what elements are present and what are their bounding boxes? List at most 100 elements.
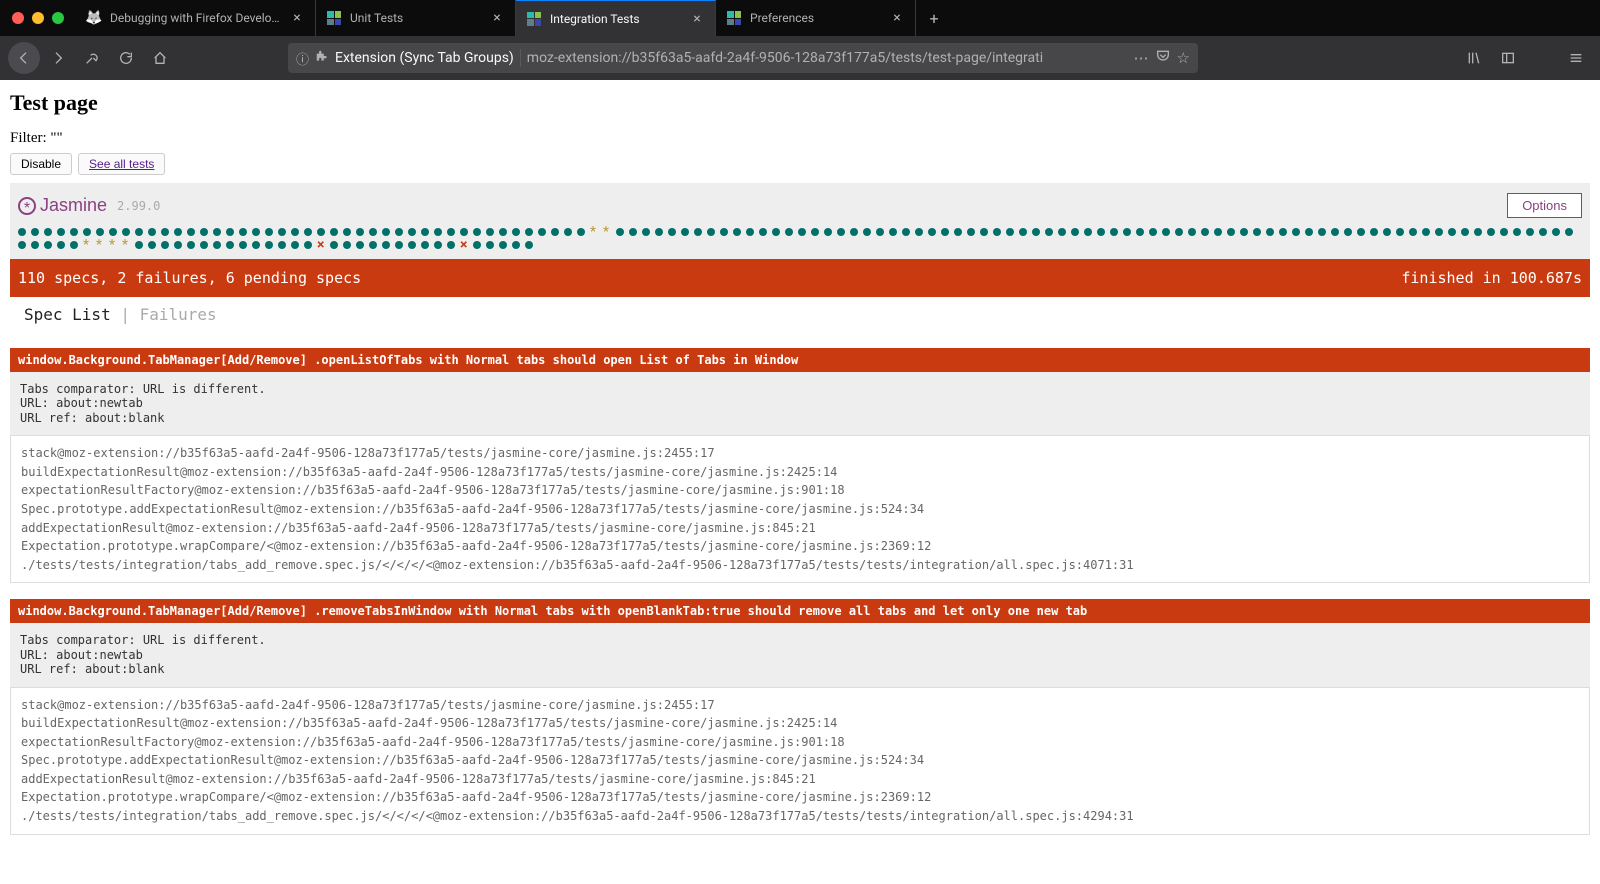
spec-dot-pass[interactable]	[1110, 228, 1118, 236]
spec-dot-pass[interactable]	[291, 228, 299, 236]
spec-dot-pass[interactable]	[1318, 228, 1326, 236]
spec-dot-pass[interactable]	[70, 241, 78, 249]
spec-dot-pass[interactable]	[382, 228, 390, 236]
close-tab-icon[interactable]: ×	[289, 10, 305, 26]
spec-dot-pass[interactable]	[96, 228, 104, 236]
spec-dot-pass[interactable]	[265, 241, 273, 249]
spec-dot-pass[interactable]	[200, 241, 208, 249]
spec-dot-pass[interactable]	[1123, 228, 1131, 236]
spec-dot-pass[interactable]	[447, 241, 455, 249]
spec-list-tab[interactable]: Spec List	[24, 305, 111, 324]
spec-dot-pass[interactable]	[18, 241, 26, 249]
spec-dot-pass[interactable]	[291, 241, 299, 249]
spec-dot-pass[interactable]	[1071, 228, 1079, 236]
spec-dot-pass[interactable]	[1448, 228, 1456, 236]
spec-dot-pass[interactable]	[668, 228, 676, 236]
spec-dot-pass[interactable]	[1331, 228, 1339, 236]
spec-dot-pass[interactable]	[499, 241, 507, 249]
spec-dot-pass[interactable]	[148, 228, 156, 236]
spec-dot-pass[interactable]	[356, 241, 364, 249]
spec-dot-pass[interactable]	[1500, 228, 1508, 236]
spec-dot-pass[interactable]	[473, 241, 481, 249]
spec-dot-pass[interactable]	[1422, 228, 1430, 236]
spec-dot-pass[interactable]	[239, 241, 247, 249]
spec-dot-pass[interactable]	[18, 228, 26, 236]
spec-dot-pass[interactable]	[434, 228, 442, 236]
spec-dot-pass[interactable]	[850, 228, 858, 236]
close-tab-icon[interactable]: ×	[489, 10, 505, 26]
spec-dot-pass[interactable]	[785, 228, 793, 236]
spec-dot-pass[interactable]	[408, 241, 416, 249]
spec-dot-pass[interactable]	[226, 241, 234, 249]
spec-dot-pass[interactable]	[421, 228, 429, 236]
spec-dot-pass[interactable]	[915, 228, 923, 236]
spec-dot-pass[interactable]	[499, 228, 507, 236]
spec-dot-pass[interactable]	[1526, 228, 1534, 236]
spec-dot-pass[interactable]	[733, 228, 741, 236]
spec-dot-pass[interactable]	[876, 228, 884, 236]
spec-dot-pass[interactable]	[408, 228, 416, 236]
close-tab-icon[interactable]: ×	[889, 10, 905, 26]
spec-dot-pass[interactable]	[1084, 228, 1092, 236]
spec-dot-pass[interactable]	[1149, 228, 1157, 236]
spec-dot-pass[interactable]	[434, 241, 442, 249]
spec-dot-pass[interactable]	[1292, 228, 1300, 236]
pocket-icon[interactable]	[1155, 48, 1171, 68]
spec-dot-pass[interactable]	[265, 228, 273, 236]
spec-dot-pass[interactable]	[564, 228, 572, 236]
spec-dot-pass[interactable]	[993, 228, 1001, 236]
spec-dot-pass[interactable]	[252, 241, 260, 249]
spec-dot-pass[interactable]	[720, 228, 728, 236]
hamburger-menu-button[interactable]	[1560, 42, 1592, 74]
spec-dot-pass[interactable]	[824, 228, 832, 236]
spec-dot-pass[interactable]	[1344, 228, 1352, 236]
spec-dot-pass[interactable]	[538, 228, 546, 236]
spec-dot-pass[interactable]	[1045, 228, 1053, 236]
new-tab-button[interactable]: +	[916, 0, 952, 36]
spec-dot-pass[interactable]	[122, 228, 130, 236]
sidebar-toggle-button[interactable]	[1492, 42, 1524, 74]
spec-dot-pass[interactable]	[343, 241, 351, 249]
see-all-tests-link[interactable]: See all tests	[78, 153, 165, 175]
spec-dot-pass[interactable]	[226, 228, 234, 236]
spec-dot-pass[interactable]	[44, 228, 52, 236]
spec-dot-pass[interactable]	[460, 228, 468, 236]
spec-dot-pass[interactable]	[330, 241, 338, 249]
spec-dot-pass[interactable]	[1058, 228, 1066, 236]
spec-dot-pending[interactable]	[109, 241, 117, 249]
spec-dot-pass[interactable]	[928, 228, 936, 236]
spec-dot-pass[interactable]	[31, 228, 39, 236]
spec-dot-pass[interactable]	[1305, 228, 1313, 236]
spec-dot-pass[interactable]	[1032, 228, 1040, 236]
spec-dot-pass[interactable]	[239, 228, 247, 236]
spec-dot-pending[interactable]	[122, 241, 130, 249]
spec-dot-pass[interactable]	[629, 228, 637, 236]
failures-tab[interactable]: Failures	[140, 305, 217, 324]
spec-dot-pass[interactable]	[837, 228, 845, 236]
spec-dot-pass[interactable]	[57, 228, 65, 236]
spec-dot-pass[interactable]	[772, 228, 780, 236]
failure-title[interactable]: window.Background.TabManager[Add/Remove]…	[10, 348, 1590, 372]
close-tab-icon[interactable]: ×	[689, 11, 705, 27]
spec-dot-pass[interactable]	[1006, 228, 1014, 236]
spec-dot-pass[interactable]	[1409, 228, 1417, 236]
options-button[interactable]: Options	[1507, 193, 1582, 218]
spec-dot-pass[interactable]	[811, 228, 819, 236]
spec-dot-pass[interactable]	[967, 228, 975, 236]
window-zoom-button[interactable]	[52, 12, 64, 24]
spec-dot-pass[interactable]	[187, 241, 195, 249]
spec-dot-pass[interactable]	[135, 228, 143, 236]
spec-dot-pass[interactable]	[798, 228, 806, 236]
spec-dot-pass[interactable]	[382, 241, 390, 249]
window-minimize-button[interactable]	[32, 12, 44, 24]
spec-dot-pass[interactable]	[1188, 228, 1196, 236]
spec-dot-pass[interactable]	[304, 241, 312, 249]
spec-dot-pass[interactable]	[278, 241, 286, 249]
spec-dot-pass[interactable]	[31, 241, 39, 249]
spec-dot-pass[interactable]	[304, 228, 312, 236]
spec-dot-pass[interactable]	[1370, 228, 1378, 236]
spec-dot-pass[interactable]	[369, 228, 377, 236]
spec-dot-pass[interactable]	[135, 241, 143, 249]
spec-dot-pass[interactable]	[655, 228, 663, 236]
spec-dot-pass[interactable]	[525, 241, 533, 249]
